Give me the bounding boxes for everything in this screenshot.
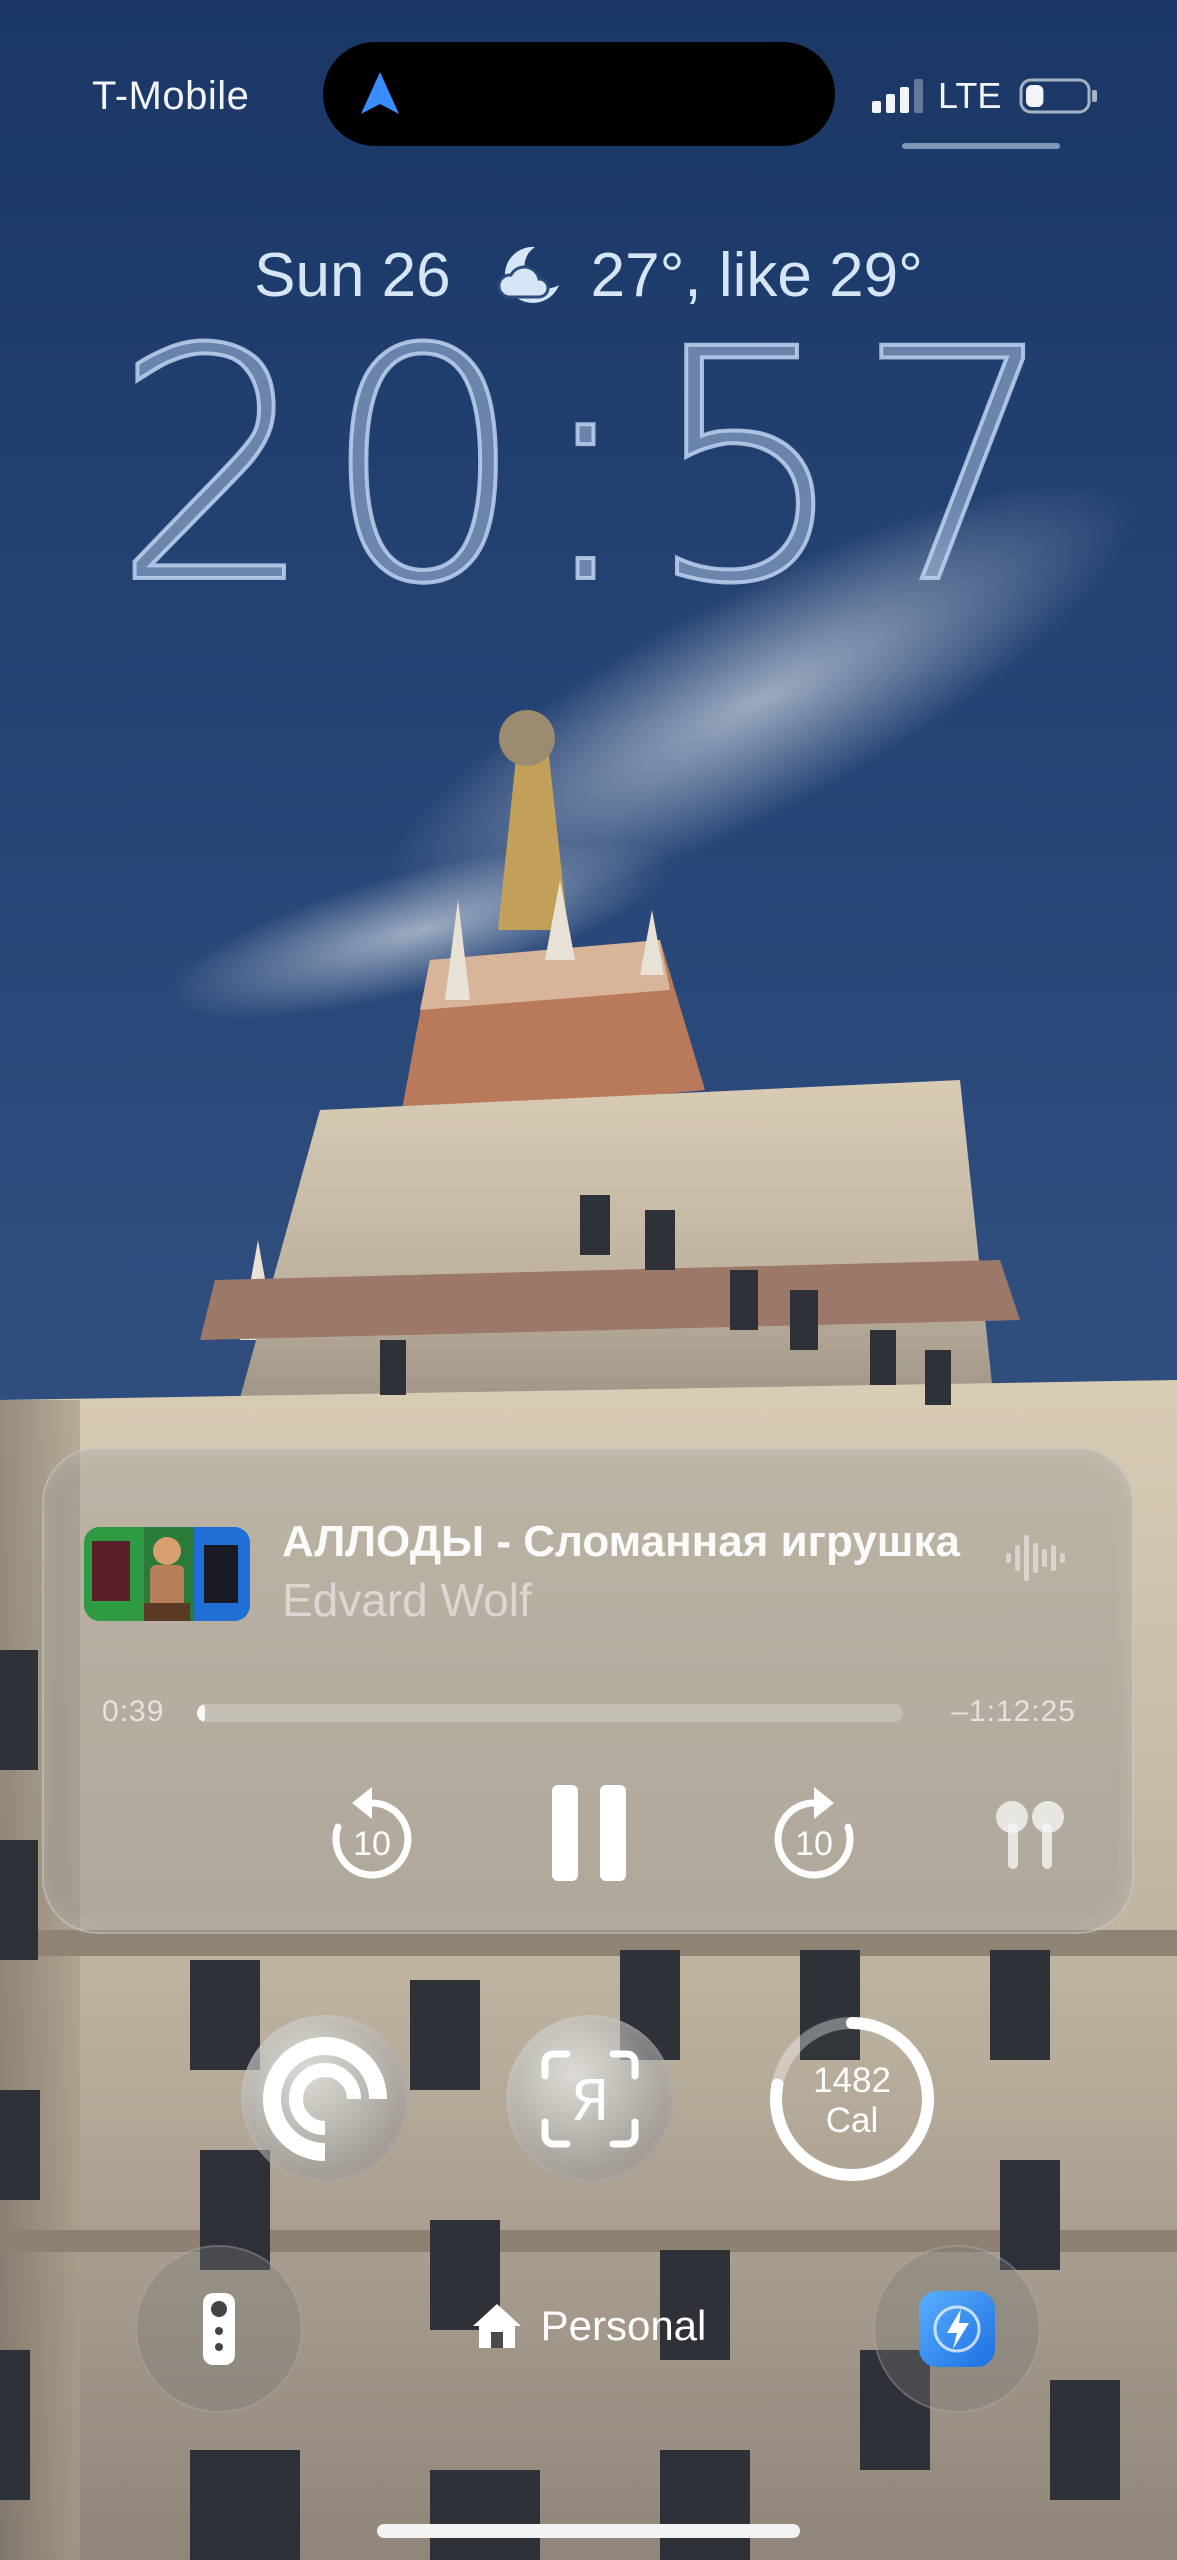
dynamic-island[interactable] bbox=[323, 42, 835, 146]
skip-forward-10-icon: 10 bbox=[774, 1787, 854, 1879]
shortcuts-button[interactable] bbox=[873, 2245, 1041, 2413]
yandex-widget[interactable]: Я bbox=[506, 2015, 674, 2183]
navigation-arrow-icon bbox=[361, 72, 399, 114]
pocket-casts-icon bbox=[263, 2037, 387, 2161]
yandex-icon: Я bbox=[541, 2050, 639, 2148]
battery-icon bbox=[1019, 78, 1098, 114]
calories-widget[interactable]: 1482 Cal bbox=[768, 2015, 936, 2183]
now-playing-widget[interactable]: АЛЛОДЫ - Сломанная игрушка Edvard Wolf 0… bbox=[42, 1447, 1134, 1934]
home-indicator[interactable] bbox=[377, 2524, 800, 2538]
audio-waveform-icon bbox=[1006, 1535, 1065, 1581]
status-underline bbox=[902, 143, 1060, 149]
cellular-signal-icon bbox=[872, 79, 923, 113]
calories-value: 1482 bbox=[813, 2061, 891, 2100]
pause-icon bbox=[552, 1785, 626, 1881]
track-title: АЛЛОДЫ - Сломанная игрушка bbox=[282, 1517, 960, 1566]
remaining-time: –1:12:25 bbox=[951, 1695, 1076, 1728]
playback-scrubber[interactable] bbox=[197, 1704, 903, 1722]
track-artist: Edvard Wolf bbox=[282, 1574, 532, 1626]
calories-unit: Cal bbox=[825, 2101, 879, 2140]
skip-back-seconds: 10 bbox=[353, 1825, 391, 1863]
lock-clock: 20:57 bbox=[110, 282, 1065, 654]
album-artwork[interactable] bbox=[84, 1527, 250, 1621]
elapsed-time: 0:39 bbox=[102, 1695, 165, 1728]
pause-button[interactable] bbox=[544, 1779, 634, 1889]
network-type: LTE bbox=[938, 75, 1002, 116]
carrier-name: T-Mobile bbox=[92, 74, 250, 118]
focus-label: Personal bbox=[540, 2302, 707, 2349]
pocket-casts-widget[interactable] bbox=[241, 2015, 409, 2183]
airpods-icon bbox=[996, 1801, 1064, 1869]
audio-output-button[interactable] bbox=[990, 1797, 1070, 1873]
playback-progress-fill bbox=[197, 1704, 206, 1722]
shortcuts-app-icon bbox=[919, 2291, 995, 2367]
skip-back-10-icon: 10 bbox=[332, 1787, 412, 1879]
status-indicators: LTE bbox=[872, 70, 1099, 122]
skip-forward-seconds: 10 bbox=[795, 1825, 833, 1863]
skip-forward-button[interactable]: 10 bbox=[764, 1779, 864, 1889]
skip-back-button[interactable]: 10 bbox=[322, 1779, 422, 1889]
house-icon bbox=[472, 2304, 521, 2348]
calories-label: 1482 Cal bbox=[768, 2061, 936, 2141]
yandex-glyph: Я bbox=[571, 2069, 610, 2134]
